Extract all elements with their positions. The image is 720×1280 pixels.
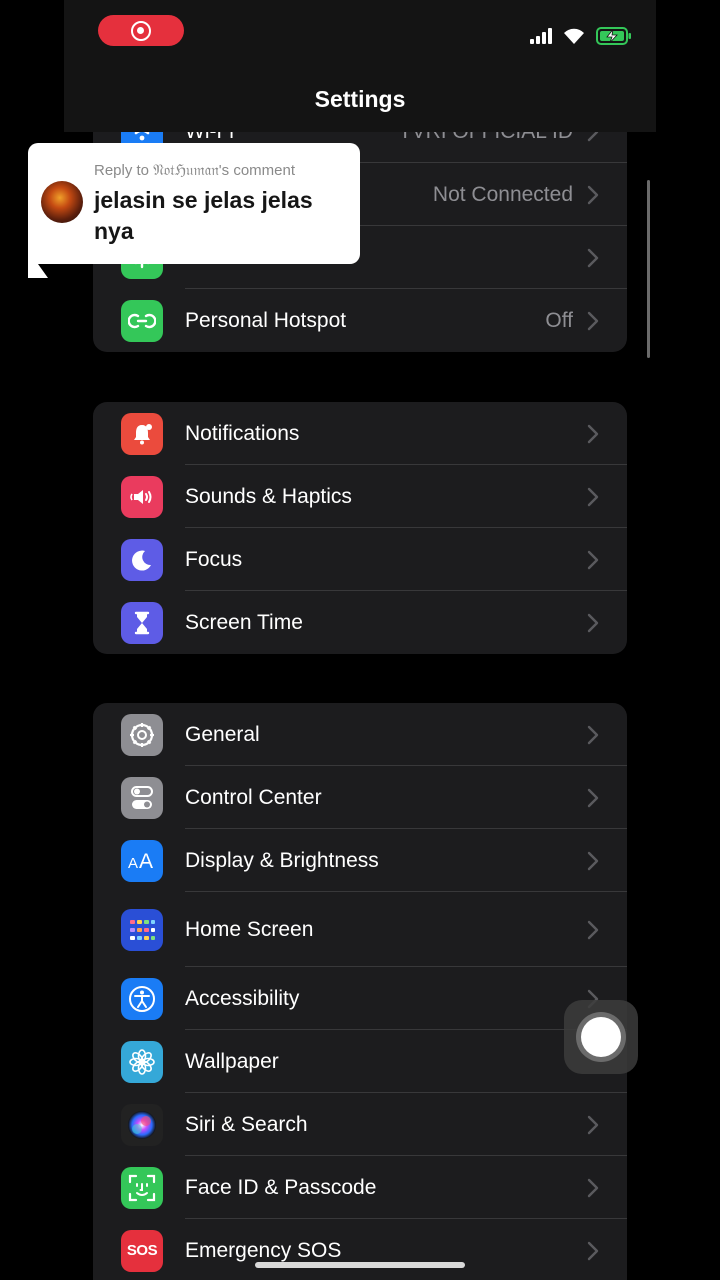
screen-time-label: Screen Time	[185, 610, 303, 634]
sos-icon: SOS	[121, 1229, 163, 1272]
settings-row-general[interactable]: General	[93, 703, 627, 766]
text-size-icon: AA	[121, 839, 163, 882]
settings-row-focus[interactable]: Focus	[93, 528, 627, 591]
reply-username: 𝔑𝔬𝔱ℌ𝔲𝔪𝔞𝔫	[153, 162, 219, 179]
scroll-indicator[interactable]	[647, 180, 650, 358]
face-id-icon	[121, 1166, 163, 1209]
chevron-right-icon	[587, 550, 599, 569]
chevron-right-icon	[587, 248, 599, 267]
siri-icon	[121, 1103, 163, 1146]
status-bar-icons	[530, 24, 632, 48]
chevron-right-icon	[587, 851, 599, 870]
sounds-label: Sounds & Haptics	[185, 484, 352, 508]
notifications-group: Notifications Sounds & Haptics Focus Scr…	[93, 402, 627, 654]
screen-recording-indicator[interactable]	[98, 15, 184, 46]
settings-row-accessibility[interactable]: Accessibility	[93, 967, 627, 1030]
hotspot-value: Off	[545, 308, 573, 332]
sos-icon-text: SOS	[126, 1242, 158, 1259]
settings-row-personal-hotspot[interactable]: Personal Hotspot Off	[93, 289, 627, 352]
chevron-right-icon	[587, 920, 599, 939]
home-indicator[interactable]	[255, 1262, 465, 1268]
bubble-tail	[28, 250, 48, 278]
settings-row-control-center[interactable]: Control Center	[93, 766, 627, 829]
avatar	[41, 181, 83, 223]
svg-text:A: A	[128, 855, 138, 872]
settings-row-siri-search[interactable]: Siri & Search	[93, 1093, 627, 1156]
settings-row-face-id[interactable]: Face ID & Passcode	[93, 1156, 627, 1219]
toggles-icon	[121, 776, 163, 819]
reply-suffix: 's comment	[218, 162, 296, 179]
settings-row-home-screen[interactable]: Home Screen	[93, 892, 627, 967]
settings-row-emergency-sos[interactable]: SOS Emergency SOS	[93, 1219, 627, 1280]
assistive-touch-core	[581, 1017, 621, 1057]
wallpaper-label: Wallpaper	[185, 1049, 279, 1073]
bell-icon	[121, 412, 163, 455]
face-id-label: Face ID & Passcode	[185, 1175, 377, 1199]
chevron-right-icon	[587, 487, 599, 506]
settings-row-wallpaper[interactable]: Wallpaper	[93, 1030, 627, 1093]
emergency-sos-label: Emergency SOS	[185, 1238, 342, 1262]
chevron-right-icon	[587, 311, 599, 330]
chevron-right-icon	[587, 424, 599, 443]
general-group: General Control Center AA Display & Brig…	[93, 703, 627, 1280]
signal-icon	[530, 28, 552, 44]
battery-charging-icon	[596, 27, 631, 45]
comment-reply-bubble[interactable]: Reply to 𝔑𝔬𝔱ℌ𝔲𝔪𝔞𝔫's comment jelasin se j…	[28, 143, 360, 264]
navigation-bar: Settings	[64, 0, 656, 132]
hotspot-label: Personal Hotspot	[185, 308, 347, 332]
flower-icon	[121, 1040, 163, 1083]
assistive-touch-ring	[576, 1012, 626, 1062]
chevron-right-icon	[587, 1115, 599, 1134]
bluetooth-status-value: Not Connected	[432, 182, 573, 206]
record-icon	[131, 20, 151, 41]
moon-icon	[121, 538, 163, 581]
gear-icon	[121, 713, 163, 756]
comment-text: jelasin se jelas jelas nya	[94, 187, 313, 244]
settings-row-sounds-haptics[interactable]: Sounds & Haptics	[93, 465, 627, 528]
accessibility-icon	[121, 977, 163, 1020]
settings-row-screen-time[interactable]: Screen Time	[93, 591, 627, 654]
svg-text:A: A	[139, 850, 153, 872]
chevron-right-icon	[587, 1178, 599, 1197]
speaker-icon	[121, 475, 163, 518]
chevron-right-icon	[587, 185, 599, 204]
control-center-label: Control Center	[185, 785, 322, 809]
chevron-right-icon	[587, 788, 599, 807]
hotspot-icon	[121, 299, 163, 342]
siri-label: Siri & Search	[185, 1112, 308, 1136]
page-title: Settings	[314, 86, 406, 112]
home-grid-icon	[121, 908, 163, 951]
hourglass-icon	[121, 601, 163, 644]
settings-row-notifications[interactable]: Notifications	[93, 402, 627, 465]
chevron-right-icon	[587, 725, 599, 744]
chevron-right-icon	[587, 1241, 599, 1260]
wifi-status-icon	[564, 28, 584, 44]
display-label: Display & Brightness	[185, 848, 379, 872]
focus-label: Focus	[185, 547, 243, 571]
assistive-touch-button[interactable]	[564, 1000, 638, 1074]
notifications-label: Notifications	[185, 421, 300, 445]
accessibility-label: Accessibility	[185, 986, 300, 1010]
settings-row-display-brightness[interactable]: AA Display & Brightness	[93, 829, 627, 892]
chevron-right-icon	[587, 613, 599, 632]
reply-prefix: Reply to	[94, 162, 154, 179]
general-label: General	[185, 722, 260, 746]
reply-to-label: Reply to 𝔑𝔬𝔱ℌ𝔲𝔪𝔞𝔫's comment	[94, 161, 295, 179]
home-screen-label: Home Screen	[185, 917, 314, 941]
